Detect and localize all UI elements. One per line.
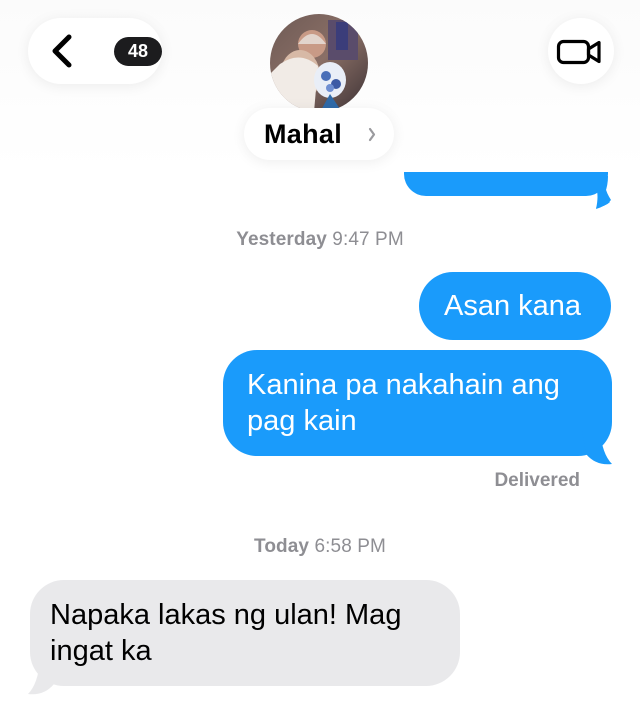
timestamp-day: Today xyxy=(254,536,310,557)
contact-avatar[interactable] xyxy=(270,14,368,112)
bubble-tail xyxy=(580,176,611,209)
message-text: Kanina pa nakahain ang pag kain xyxy=(247,369,560,437)
timestamp-time: 9:47 PM xyxy=(332,229,404,250)
back-button[interactable]: 48 xyxy=(28,18,162,84)
bubble-tail xyxy=(28,660,58,695)
chevron-right-icon xyxy=(368,127,376,142)
timestamp-yesterday: Yesterday 9:47 PM xyxy=(0,229,640,251)
bubble-tail xyxy=(582,430,612,465)
delivered-status: Delivered xyxy=(494,470,580,491)
contact-name: Mahal xyxy=(264,119,343,149)
chevron-left-icon xyxy=(52,34,72,68)
facetime-video-button[interactable] xyxy=(548,18,614,84)
message-text: Napaka lakas ng ulan! Mag ingat ka xyxy=(50,599,402,667)
message-text: Asan kana xyxy=(444,290,582,322)
avatar-photo xyxy=(270,14,368,112)
message-bubble-outgoing[interactable]: Kanina pa nakahain ang pag kain xyxy=(223,350,612,456)
unread-count-badge: 48 xyxy=(114,37,162,66)
timestamp-today: Today 6:58 PM xyxy=(0,536,640,558)
contact-name-button[interactable]: Mahal xyxy=(244,108,394,160)
message-bubble-incoming[interactable]: Napaka lakas ng ulan! Mag ingat ka xyxy=(30,580,460,686)
timestamp-day: Yesterday xyxy=(236,229,327,250)
conversation-header: 48 Mahal xyxy=(0,0,640,172)
message-bubble-outgoing[interactable]: Asan kana xyxy=(419,272,611,340)
video-camera-icon xyxy=(556,39,601,65)
timestamp-time: 6:58 PM xyxy=(314,536,386,557)
